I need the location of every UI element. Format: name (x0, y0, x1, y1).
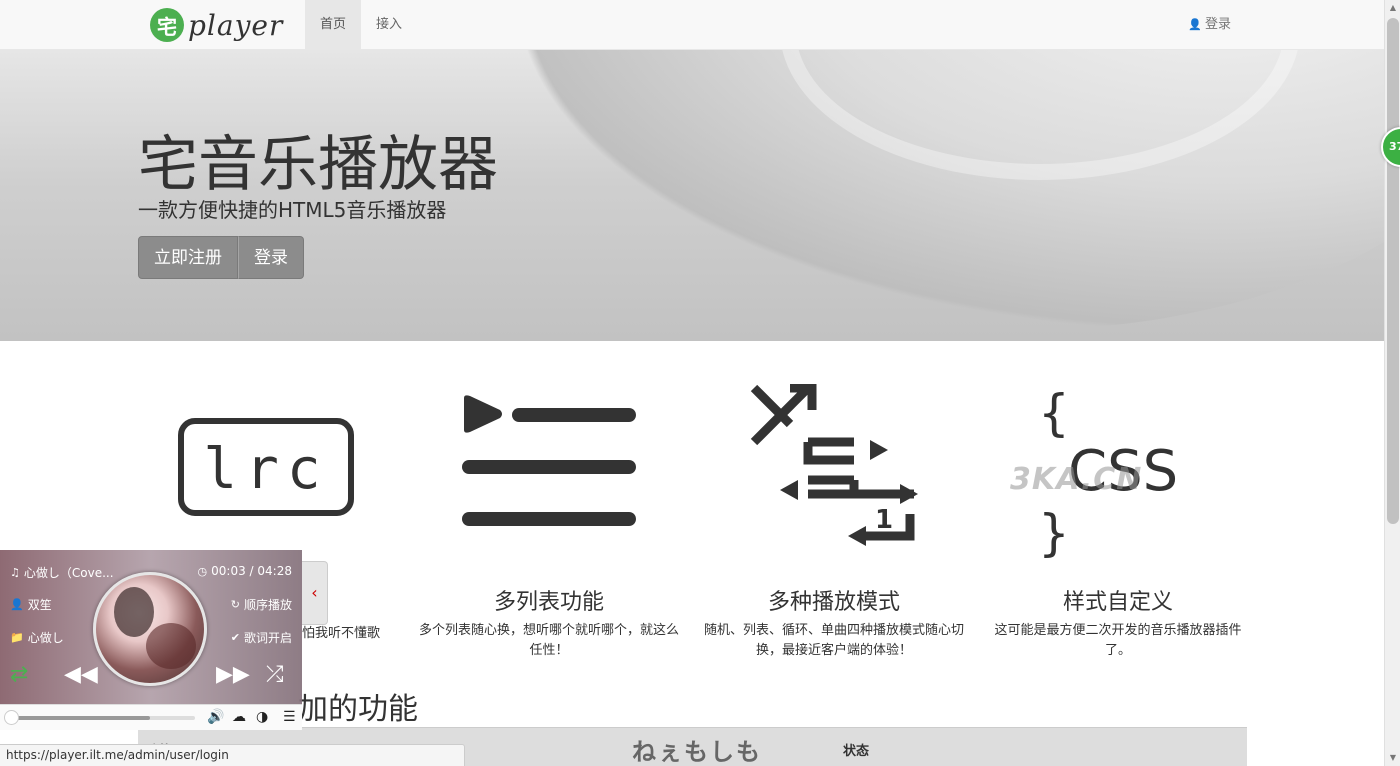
user-icon: 👤 (10, 598, 24, 611)
scroll-up-arrow-icon[interactable]: ▲ (1385, 0, 1400, 16)
hero-title: 宅音乐播放器 (138, 130, 498, 200)
nav-login-label: 登录 (1204, 17, 1231, 32)
register-button[interactable]: 立即注册 (138, 236, 238, 279)
chevron-left-icon: ‹ (311, 583, 318, 602)
hero-subtitle: 一款方便快捷的HTML5音乐播放器 (138, 198, 447, 222)
player-mode[interactable]: ↻ 顺序播放 (231, 596, 292, 613)
playlist-icon (462, 395, 636, 526)
browser-status-url: https://player.ilt.me/admin/user/login (0, 744, 465, 766)
progress-bar[interactable] (4, 710, 195, 725)
song-title: 心做し（Cove... (23, 566, 114, 580)
upcoming-title-text: 加的功能 (298, 692, 418, 727)
shuffle-icon[interactable]: ⤮ (266, 662, 284, 687)
toggle-icon[interactable]: ◑ (256, 709, 268, 725)
artist-name: 双笙 (27, 598, 52, 612)
repeat-icon: ↻ (230, 598, 240, 611)
player-lyric-toggle[interactable]: ✔ 歌词开启 (231, 629, 292, 646)
feature-playmode-desc: 随机、列表、循环、单曲四种播放模式随心切换，最接近客户端的体验！ (704, 623, 965, 658)
play-mode-icon: 1 (750, 384, 918, 546)
hero-button-group: 立即注册 登录 (138, 236, 304, 279)
time-current: 00:03 (211, 564, 246, 578)
loop-icon[interactable]: ⇄ (10, 662, 28, 687)
feature-playlist-title: 多列表功能 (493, 590, 604, 615)
lyric-panel-toggle[interactable]: ‹ (302, 561, 328, 625)
player-artist: 👤 双笙 (10, 596, 52, 613)
player-song: ♫ 心做し（Cove... (10, 564, 114, 581)
progress-fill (6, 716, 150, 720)
logo[interactable]: 宅 player (150, 6, 283, 44)
lrc-icon: lrc (178, 418, 354, 516)
logo-text: player (188, 8, 284, 42)
logo-mark-icon: 宅 (150, 8, 184, 42)
feature-playmode-title: 多种播放模式 (767, 590, 900, 615)
navbar: 宅 player 首页 接入 👤 登录 (0, 0, 1384, 50)
check-circle-icon: ✔ (230, 631, 240, 644)
next-track-icon[interactable]: ▶▶ (216, 662, 250, 687)
nav-item-home[interactable]: 首页 (305, 0, 362, 50)
feature-css-title: 样式自定义 (1062, 590, 1173, 615)
player-album: 📁 心做し (10, 629, 64, 646)
lrc-icon-text: lrc (203, 437, 328, 502)
svg-text:{: { (1038, 386, 1070, 442)
player-bottom-bar: 🔊 ☁ ◑ ☰ (0, 704, 302, 730)
feature-css-desc: 这可能是最方便二次开发的音乐播放器插件了。 (994, 623, 1242, 658)
time-total: 04:28 (257, 564, 292, 578)
page-scrollbar[interactable]: ▲ ▼ (1384, 0, 1400, 766)
feature-playlist-desc: 多个列表随心换，想听哪个就听哪个，就这么任性！ (419, 623, 680, 658)
scrollbar-thumb[interactable] (1387, 18, 1399, 524)
lyric-status: 歌词开启 (243, 631, 292, 645)
cloud-download-icon[interactable]: ☁ (232, 709, 246, 725)
album-cover[interactable] (93, 572, 207, 686)
music-player: ♫ 心做し（Cove... ◷ 00:03 / 04:28 👤 双笙 ↻ 顺序播… (0, 550, 302, 730)
svg-text:1: 1 (875, 505, 893, 535)
album-name: 心做し (27, 631, 64, 645)
overlay-text: ねぇもしも (632, 738, 762, 766)
music-note-icon: ♫ (10, 566, 20, 579)
hero-login-button[interactable]: 登录 (238, 236, 304, 279)
clock-icon: ◷ (197, 564, 208, 578)
play-mode-label: 顺序播放 (243, 598, 292, 612)
scroll-down-arrow-icon[interactable]: ▼ (1385, 750, 1400, 766)
menu-icon[interactable]: ☰ (283, 709, 296, 725)
table-header-status: 状态 (843, 744, 870, 759)
progress-handle[interactable] (4, 710, 19, 725)
hero-banner: 宅音乐播放器 一款方便快捷的HTML5音乐播放器 立即注册 登录 (0, 50, 1384, 341)
watermark: 3KA.CN (1010, 462, 1143, 497)
user-icon: 👤 (1188, 18, 1202, 31)
player-time: ◷ 00:03 / 04:28 (197, 564, 292, 578)
svg-text:}: } (1038, 504, 1070, 558)
folder-icon: 📁 (10, 631, 24, 644)
volume-icon[interactable]: 🔊 (207, 709, 224, 725)
upcoming-section-title: 加的功能 (298, 684, 418, 728)
nav-login-link[interactable]: 👤 登录 (1173, 0, 1246, 50)
previous-track-icon[interactable]: ◀◀ (64, 662, 98, 687)
nav-item-access[interactable]: 接入 (361, 0, 417, 50)
